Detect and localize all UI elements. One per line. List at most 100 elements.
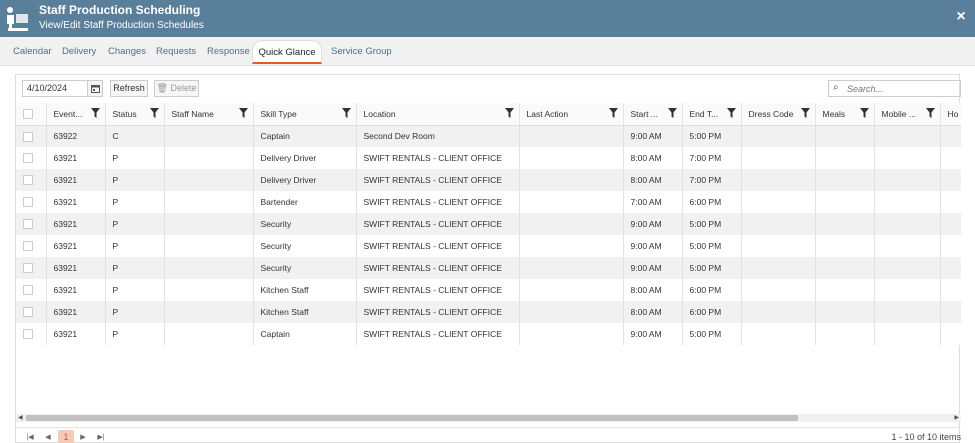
row-checkbox[interactable] — [23, 285, 33, 296]
cell-start-time: 8:00 AM — [623, 279, 683, 301]
filter-icon[interactable] — [149, 108, 159, 118]
cell-dress-code — [741, 147, 816, 169]
filter-icon[interactable] — [238, 108, 248, 118]
col-header-end-time[interactable]: End T... — [682, 103, 742, 126]
current-page-button[interactable]: 1 — [58, 430, 74, 443]
delete-button[interactable]: 🗑 Delete — [154, 80, 199, 97]
row-checkbox[interactable] — [23, 131, 33, 142]
cell-last-action — [519, 301, 624, 323]
col-header-mobile[interactable]: Mobile ... — [874, 103, 941, 126]
row-checkbox[interactable] — [23, 329, 33, 340]
cell-ho — [940, 257, 961, 279]
header-row: Event... Status Staff Name Skill Type Lo… — [16, 103, 961, 126]
cell-last-action — [519, 169, 624, 191]
cell-last-action — [519, 213, 624, 235]
filter-icon[interactable] — [504, 108, 514, 118]
horizontal-scrollbar[interactable]: ◀ ▶ — [16, 414, 961, 422]
col-header-last-action[interactable]: Last Action — [519, 103, 624, 126]
cell-dress-code — [741, 257, 816, 279]
cell-ho — [940, 213, 961, 235]
cell-event: 63921 — [46, 257, 106, 279]
cell-meals — [815, 257, 875, 279]
scroll-right-icon[interactable]: ▶ — [954, 414, 959, 421]
cell-meals — [815, 125, 875, 147]
table-row[interactable]: 63921 P Security SWIFT RENTALS - CLIENT … — [16, 235, 961, 257]
refresh-button[interactable]: Refresh — [110, 80, 148, 97]
col-header-start-time[interactable]: Start ... — [623, 103, 683, 126]
app-subtitle: View/Edit Staff Production Schedules — [39, 20, 204, 31]
cell-dress-code — [741, 301, 816, 323]
table-row[interactable]: 63921 P Delivery Driver SWIFT RENTALS - … — [16, 147, 961, 169]
col-header-skill-type[interactable]: Skill Type — [253, 103, 357, 126]
col-header-meals[interactable]: Meals — [815, 103, 875, 126]
date-input[interactable]: 4/10/2024 — [22, 80, 88, 97]
col-header-ho[interactable]: Ho — [940, 103, 961, 126]
row-checkbox[interactable] — [23, 241, 33, 252]
cell-meals — [815, 213, 875, 235]
cell-event: 63921 — [46, 279, 106, 301]
tab-delivery[interactable]: Delivery — [62, 40, 96, 64]
filter-icon[interactable] — [800, 108, 810, 118]
next-page-icon[interactable]: ▶ — [76, 431, 90, 443]
tab-changes[interactable]: Changes — [108, 40, 146, 64]
filter-icon[interactable] — [726, 108, 736, 118]
cell-end-time: 5:00 PM — [682, 125, 742, 147]
search-input[interactable] — [847, 82, 957, 95]
table-row[interactable]: 63921 P Security SWIFT RENTALS - CLIENT … — [16, 257, 961, 279]
filter-icon[interactable] — [667, 108, 677, 118]
table-row[interactable]: 63921 P Bartender SWIFT RENTALS - CLIENT… — [16, 191, 961, 213]
delete-label: Delete — [170, 83, 197, 93]
cell-status: P — [105, 235, 165, 257]
table-row[interactable]: 63922 C Captain Second Dev Room 9:00 AM … — [16, 125, 961, 147]
cell-ho — [940, 301, 961, 323]
filter-icon[interactable] — [341, 108, 351, 118]
select-all-checkbox[interactable] — [23, 109, 33, 120]
tab-calendar[interactable]: Calendar — [13, 40, 52, 64]
col-header-staff-name[interactable]: Staff Name — [164, 103, 254, 126]
scroll-left-icon[interactable]: ◀ — [18, 414, 23, 421]
scrollbar-thumb[interactable] — [26, 415, 798, 421]
row-checkbox[interactable] — [23, 307, 33, 318]
first-page-icon[interactable]: |◀ — [23, 431, 37, 443]
cell-end-time: 7:00 PM — [682, 147, 742, 169]
calendar-icon[interactable] — [88, 80, 103, 97]
cell-meals — [815, 147, 875, 169]
cell-status: P — [105, 213, 165, 235]
tab-response[interactable]: Response — [207, 40, 250, 64]
filter-icon[interactable] — [925, 108, 935, 118]
cell-status: P — [105, 147, 165, 169]
table-row[interactable]: 63921 P Kitchen Staff SWIFT RENTALS - CL… — [16, 301, 961, 323]
select-all-header[interactable] — [16, 103, 47, 126]
filter-icon[interactable] — [90, 108, 100, 118]
prev-page-icon[interactable]: ◀ — [41, 431, 55, 443]
col-header-location[interactable]: Location — [356, 103, 520, 126]
cell-event: 63921 — [46, 213, 106, 235]
cell-start-time: 9:00 AM — [623, 323, 683, 345]
tab-bar: Calendar Delivery Changes Requests Respo… — [0, 37, 975, 66]
table-row[interactable]: 63921 P Delivery Driver SWIFT RENTALS - … — [16, 169, 961, 191]
table-row[interactable]: 63921 P Security SWIFT RENTALS - CLIENT … — [16, 213, 961, 235]
cell-skill-type: Delivery Driver — [253, 147, 357, 169]
cell-end-time: 5:00 PM — [682, 257, 742, 279]
table-row[interactable]: 63921 P Captain SWIFT RENTALS - CLIENT O… — [16, 323, 961, 345]
cell-last-action — [519, 191, 624, 213]
close-icon[interactable]: × — [953, 9, 969, 25]
search-box[interactable]: ⌕ — [828, 80, 961, 97]
cell-skill-type: Captain — [253, 125, 357, 147]
cell-status: P — [105, 323, 165, 345]
row-checkbox[interactable] — [23, 175, 33, 186]
table-row[interactable]: 63921 P Kitchen Staff SWIFT RENTALS - CL… — [16, 279, 961, 301]
tab-requests[interactable]: Requests — [156, 40, 196, 64]
row-checkbox[interactable] — [23, 219, 33, 230]
tab-quick-glance[interactable]: Quick Glance — [252, 40, 322, 64]
col-header-event[interactable]: Event... — [46, 103, 106, 126]
last-page-icon[interactable]: ▶| — [94, 431, 108, 443]
row-checkbox[interactable] — [23, 197, 33, 208]
tab-service-group[interactable]: Service Group — [331, 40, 392, 64]
row-checkbox[interactable] — [23, 153, 33, 164]
filter-icon[interactable] — [608, 108, 618, 118]
col-header-dress-code[interactable]: Dress Code — [741, 103, 816, 126]
col-header-status[interactable]: Status — [105, 103, 165, 126]
filter-icon[interactable] — [859, 108, 869, 118]
row-checkbox[interactable] — [23, 263, 33, 274]
